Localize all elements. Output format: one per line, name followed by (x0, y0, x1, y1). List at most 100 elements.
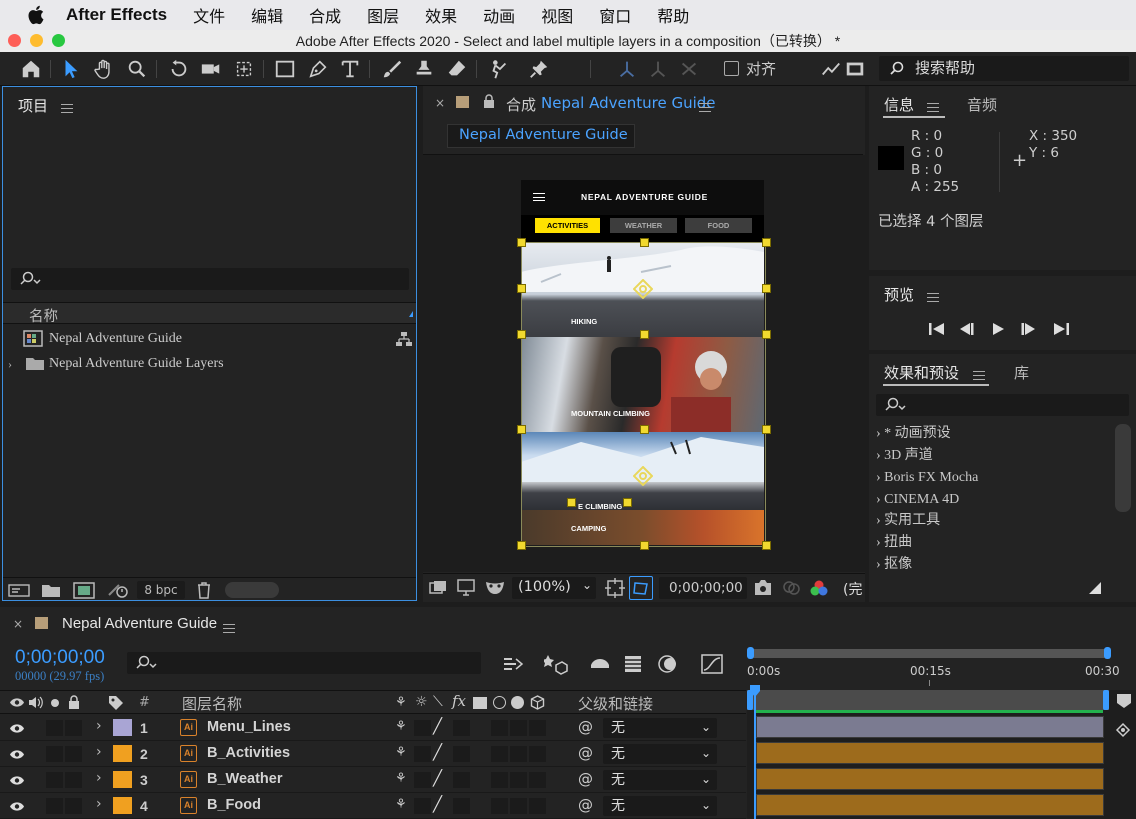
effects-switch[interactable] (453, 720, 470, 736)
expand-arrow-icon[interactable]: › (876, 513, 884, 528)
menu-view[interactable]: 视图 (541, 3, 573, 27)
expand-arrow-icon[interactable]: › (96, 770, 102, 786)
transform-handle[interactable] (517, 238, 526, 247)
3d-switch[interactable] (529, 772, 546, 788)
resize-grip-icon[interactable] (1088, 581, 1102, 595)
eye-icon[interactable] (9, 723, 25, 734)
tab-library[interactable]: 库 (1014, 362, 1029, 383)
bit-depth-button[interactable]: 8 bpc (137, 581, 185, 599)
tab-timeline[interactable]: Nepal Adventure Guide (62, 615, 217, 632)
monitor-icon[interactable] (457, 579, 475, 596)
project-item-composition[interactable]: Nepal Adventure Guide (3, 327, 416, 351)
lock-toggle[interactable] (65, 720, 82, 736)
effects-switch[interactable] (453, 746, 470, 762)
switches-adjustment-icon[interactable] (511, 696, 524, 709)
effects-category[interactable]: › 3D 声道 (876, 445, 1112, 466)
shy-switch-icon[interactable]: ⚘ (395, 719, 407, 734)
timeline-current-time[interactable]: 0;00;00;00 (15, 647, 105, 669)
pan-behind-tool-icon[interactable] (231, 56, 257, 82)
work-area-bar[interactable] (750, 649, 1110, 658)
column-layer-name[interactable]: 图层名称 (182, 693, 242, 714)
brush-tool-icon[interactable] (379, 56, 405, 82)
transform-handle[interactable] (640, 238, 649, 247)
snapshot-camera-icon[interactable] (753, 579, 773, 596)
switches-effects-icon[interactable]: fx (452, 692, 466, 710)
preview-region-icon[interactable] (429, 580, 447, 596)
project-settings-icon[interactable] (106, 582, 130, 599)
transform-handle[interactable] (517, 425, 526, 434)
time-ruler[interactable]: 0:00s 00:15s 00:30 (747, 647, 1120, 691)
column-name[interactable]: 名称 (29, 305, 58, 326)
quality-switch-icon[interactable]: ╱ (433, 717, 442, 735)
adjustment-switch[interactable] (510, 772, 527, 788)
collapse-switch[interactable] (414, 746, 431, 762)
parent-dropdown[interactable]: 无 ⌄ (603, 796, 717, 816)
layer-row[interactable]: › 2 Ai B_Activities ⚘ ╱ @ 无 ⌄ (0, 741, 746, 767)
resolution-dropdown[interactable]: (完 (843, 579, 862, 599)
magnification-dropdown[interactable]: (100%) ⌄ (512, 577, 596, 599)
effects-category[interactable]: › 抠像 (876, 554, 1112, 575)
tab-preview[interactable]: 预览 (884, 284, 914, 305)
motion-blur-switch[interactable] (491, 798, 508, 814)
frame-blending-icon[interactable] (623, 654, 645, 674)
solo-toggle[interactable] (46, 746, 63, 762)
motion-blur-icon[interactable] (657, 654, 679, 674)
minimize-window-button[interactable] (30, 34, 43, 47)
lock-toggle[interactable] (65, 772, 82, 788)
solo-icon[interactable] (51, 699, 59, 707)
comp-mini-flowchart-icon[interactable] (502, 655, 524, 673)
effects-category[interactable]: › CINEMA 4D (876, 489, 1112, 510)
close-window-button[interactable] (8, 34, 21, 47)
tab-info[interactable]: 信息 (884, 94, 914, 115)
workspace-icon[interactable] (818, 56, 844, 82)
solo-toggle[interactable] (46, 798, 63, 814)
menu-window[interactable]: 窗口 (599, 3, 631, 27)
eraser-tool-icon[interactable] (444, 56, 470, 82)
expand-arrow-icon[interactable]: › (876, 557, 884, 572)
local-axis-icon[interactable] (614, 56, 640, 82)
expand-panel-icon[interactable] (842, 56, 868, 82)
eye-icon[interactable] (9, 749, 25, 760)
comp-marker-bin-icon[interactable] (1115, 693, 1133, 709)
close-tab-icon[interactable]: × (435, 96, 445, 110)
thumbnail-slider[interactable] (225, 582, 279, 598)
home-icon[interactable] (18, 56, 44, 82)
transform-handle[interactable] (640, 330, 649, 339)
switches-motion-blur-icon[interactable] (493, 696, 506, 709)
adjustment-switch[interactable] (510, 720, 527, 736)
expand-arrow-icon[interactable]: › (876, 426, 884, 441)
audio-icon[interactable] (28, 696, 44, 709)
transform-handle[interactable] (640, 425, 649, 434)
quality-switch-icon[interactable]: ╱ (433, 743, 442, 761)
switches-frame-blend-icon[interactable] (473, 697, 487, 709)
draft-3d-icon[interactable] (544, 653, 568, 675)
transform-handle[interactable] (517, 541, 526, 550)
trash-icon[interactable] (196, 581, 212, 599)
next-frame-icon[interactable] (1020, 322, 1037, 336)
shy-switch-icon[interactable]: ⚘ (395, 797, 407, 812)
timeline-search-input[interactable] (127, 652, 481, 674)
parent-dropdown[interactable]: 无 ⌄ (603, 770, 717, 790)
transform-handle[interactable] (762, 541, 771, 550)
tab-composition[interactable]: Nepal Adventure Guide (541, 94, 716, 112)
transform-handle[interactable] (517, 330, 526, 339)
tab-audio[interactable]: 音频 (967, 94, 997, 115)
panel-menu-icon[interactable] (973, 371, 985, 380)
solo-toggle[interactable] (46, 720, 63, 736)
effects-category[interactable]: › 扭曲 (876, 532, 1112, 553)
layer-duration-bar[interactable] (756, 742, 1104, 764)
graph-editor-icon[interactable] (700, 653, 724, 675)
layer-row[interactable]: › 4 Ai B_Food ⚘ ╱ @ 无 ⌄ (0, 793, 746, 819)
first-frame-icon[interactable] (928, 322, 945, 336)
switches-collapse-icon[interactable]: ☼ (415, 694, 428, 710)
switches-shy-icon[interactable]: ⚘ (395, 695, 407, 710)
transform-handle[interactable] (623, 498, 632, 507)
motion-blur-switch[interactable] (491, 772, 508, 788)
comp-label-color[interactable] (456, 96, 469, 108)
expand-arrow-icon[interactable]: › (8, 352, 12, 376)
layer-label-swatch[interactable] (113, 745, 132, 762)
layer-row[interactable]: › 1 Ai Menu_Lines ⚘ ╱ @ 无 ⌄ (0, 715, 746, 741)
work-area-end-handle[interactable] (1104, 647, 1111, 659)
comp-viewer[interactable]: NEPAL ADVENTURE GUIDE ACTIVITIES WEATHER… (423, 155, 865, 572)
type-tool-icon[interactable] (337, 56, 363, 82)
